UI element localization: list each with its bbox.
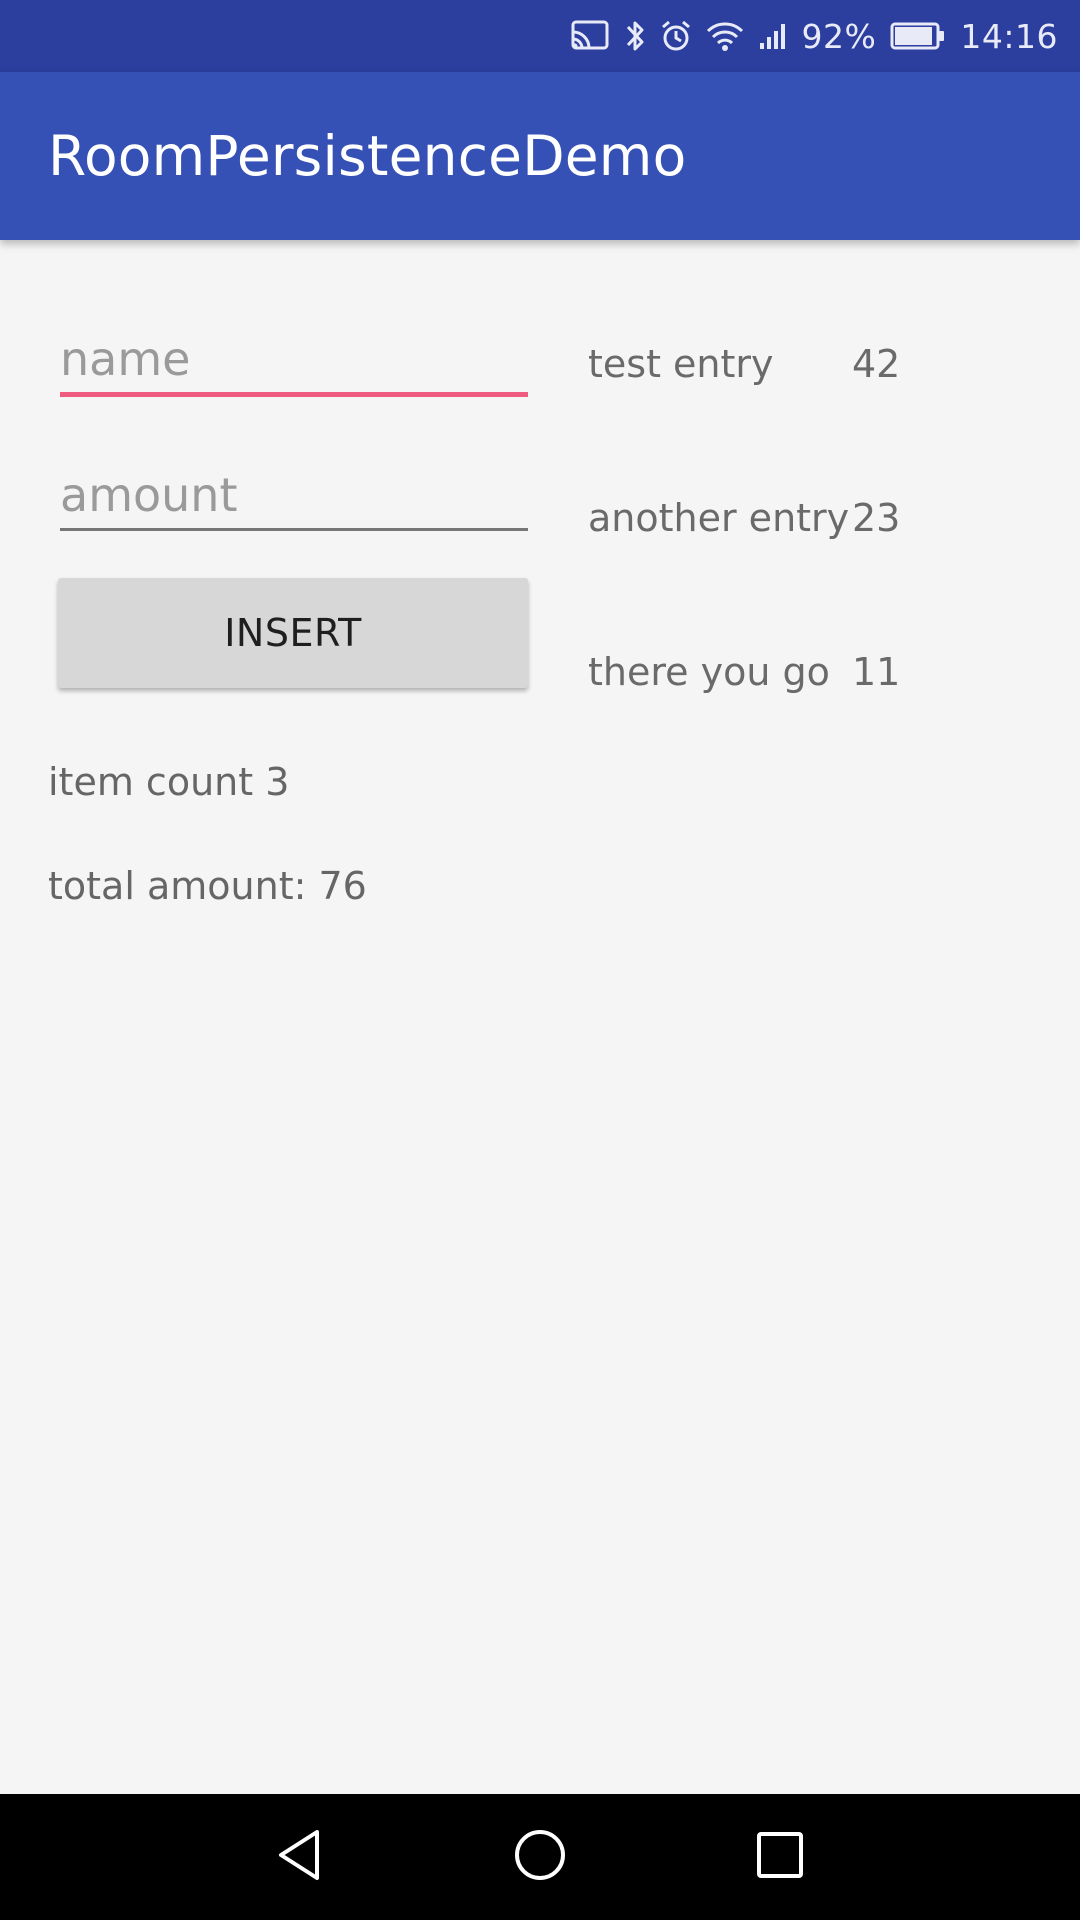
entry-name: test entry	[588, 342, 774, 386]
main-content: INSERT item count 3 total amount: 76 tes…	[0, 240, 1080, 1794]
name-input[interactable]	[60, 326, 528, 392]
insert-button[interactable]: INSERT	[58, 578, 528, 688]
entry-amount: 11	[852, 650, 901, 694]
recents-button[interactable]	[720, 1794, 840, 1920]
list-item: there you go 11	[588, 650, 1028, 710]
amount-field[interactable]	[60, 462, 528, 531]
wifi-icon	[706, 20, 744, 52]
recents-icon	[755, 1830, 805, 1884]
battery-icon	[890, 21, 946, 51]
status-icons: 92% 14:16	[570, 0, 1058, 72]
back-button[interactable]	[240, 1794, 360, 1920]
home-button[interactable]	[480, 1794, 600, 1920]
name-underline	[60, 392, 528, 397]
bluetooth-icon	[624, 18, 646, 54]
entry-amount: 42	[852, 342, 901, 386]
signal-icon	[758, 21, 788, 51]
battery-percent: 92%	[801, 16, 877, 56]
home-icon	[513, 1828, 567, 1886]
list-item: another entry 23	[588, 496, 1028, 556]
amount-underline	[60, 528, 528, 531]
app-title: RoomPersistenceDemo	[48, 124, 687, 188]
amount-input[interactable]	[60, 462, 528, 528]
entry-name: another entry	[588, 496, 850, 540]
clock: 14:16	[960, 16, 1058, 56]
app-bar: RoomPersistenceDemo	[0, 72, 1080, 240]
back-icon	[275, 1828, 325, 1886]
list-item: test entry 42	[588, 342, 1028, 402]
total-amount-label: total amount: 76	[48, 864, 367, 908]
alarm-icon	[660, 19, 692, 53]
cast-icon	[570, 19, 610, 53]
name-field[interactable]	[60, 326, 528, 397]
entry-name: there you go	[588, 650, 830, 694]
entry-amount: 23	[852, 496, 901, 540]
status-bar: 92% 14:16	[0, 0, 1080, 72]
navigation-bar	[0, 1794, 1080, 1920]
item-count-label: item count 3	[48, 760, 290, 804]
